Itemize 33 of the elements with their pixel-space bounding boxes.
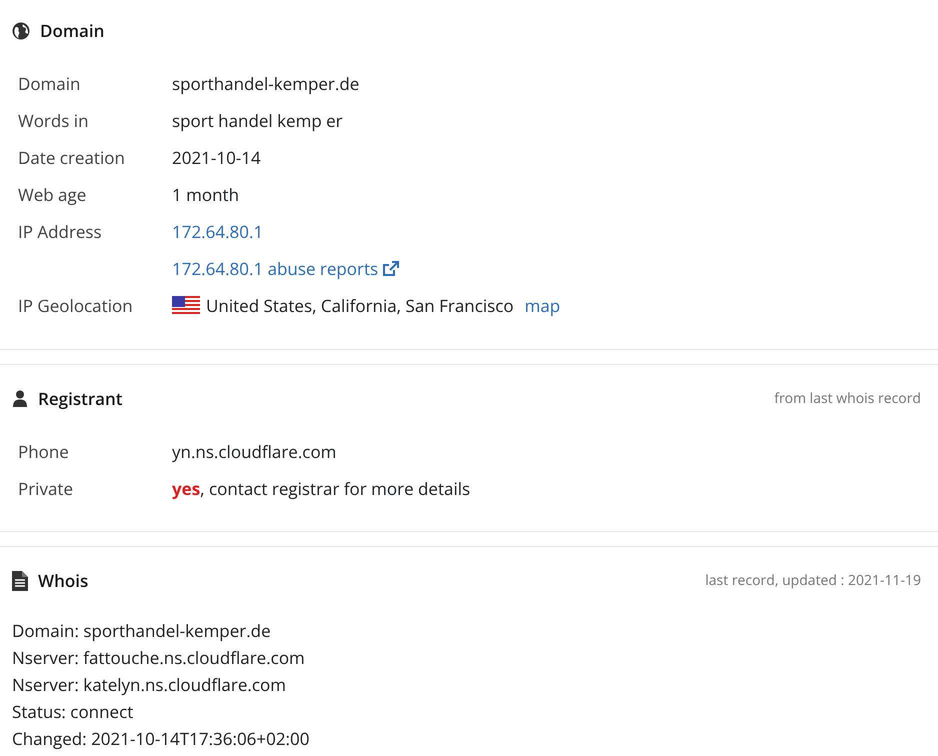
- whois-line: Nserver: fattouche.ns.cloudflare.com: [12, 644, 306, 670]
- field-label: IP Address: [18, 219, 103, 245]
- section-title: Domain: [40, 18, 104, 44]
- section-title: Registrant: [38, 386, 123, 411]
- field-value: 1 month: [172, 182, 240, 208]
- field-label: IP Geolocation: [18, 293, 134, 319]
- field-label: Web age: [18, 182, 88, 208]
- whois-line: Changed: 2021-10-14T17:36:06+02:00: [12, 726, 310, 752]
- whois-line: Domain: sporthandel-kemper.de: [12, 618, 272, 644]
- field-label: Private: [18, 476, 74, 502]
- field-value: sporthandel-kemper.de: [172, 71, 360, 97]
- us-flag-icon: [172, 296, 200, 316]
- whois-line: Nserver: katelyn.ns.cloudflare.com: [12, 672, 287, 698]
- field-label: Phone: [18, 438, 70, 464]
- whois-line: Status: connect: [12, 698, 134, 724]
- field-value: sport handel kemp er: [172, 108, 343, 134]
- map-link[interactable]: map: [524, 293, 560, 319]
- field-value: yes, contact registrar for more details: [172, 476, 470, 502]
- external-link-icon: [382, 261, 400, 277]
- section-note: last record, updated : 2021-11-19: [705, 570, 921, 592]
- field-label: Domain: [18, 71, 82, 97]
- user-icon: [12, 390, 28, 407]
- location-text: United States, California, San Francisco: [206, 293, 514, 319]
- field-label: Date creation: [18, 145, 126, 171]
- field-value: yn.ns.cloudflare.com: [172, 438, 336, 464]
- abuse-reports-link[interactable]: 172.64.80.1 abuse reports: [172, 256, 378, 282]
- field-value: 2021-10-14: [172, 145, 261, 171]
- section-title: Whois: [38, 568, 88, 594]
- globe-icon: [12, 22, 30, 40]
- section-note: from last whois record: [774, 388, 921, 409]
- ip-link[interactable]: 172.64.80.1: [172, 219, 264, 245]
- document-icon: [12, 570, 28, 591]
- field-label: Words in: [18, 108, 90, 134]
